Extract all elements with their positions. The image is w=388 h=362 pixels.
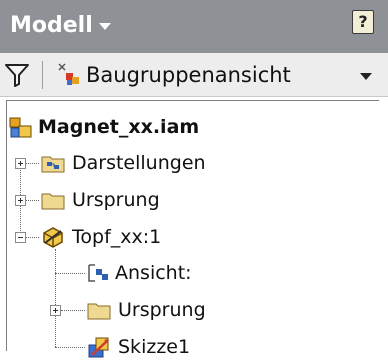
tree-item-label: Skizze1 <box>118 336 191 358</box>
tree-connector <box>55 347 85 348</box>
view-rep-icon <box>58 63 79 85</box>
expand-toggle[interactable] <box>50 305 61 316</box>
toolbar-divider <box>42 61 43 89</box>
tree-item-label: Ansicht: <box>115 262 192 284</box>
representations-icon <box>41 156 65 173</box>
folder-icon <box>87 303 111 320</box>
folder-icon <box>41 193 65 210</box>
tree-item-skizze[interactable]: Skizze1 <box>87 332 377 362</box>
tree-connector <box>25 200 39 201</box>
assembly-icon <box>9 117 32 138</box>
expand-toggle[interactable] <box>15 158 26 169</box>
model-browser-tree: Magnet_xx.iam Darstellungen Ursprung Top… <box>6 100 379 358</box>
tree-item-topf[interactable]: Topf_xx:1 <box>41 222 371 252</box>
tree-item-label: Ursprung <box>118 299 206 321</box>
tree-item-ursprung[interactable]: Ursprung <box>41 185 371 215</box>
tree-connector <box>61 310 85 311</box>
browser-title-dropdown[interactable]: Modell <box>10 6 111 46</box>
tree-connector <box>55 249 56 347</box>
tree-item-label: Darstellungen <box>72 152 206 174</box>
browser-title: Modell <box>10 13 93 38</box>
expand-toggle[interactable] <box>15 195 26 206</box>
tree-item-ursprung-child[interactable]: Ursprung <box>87 295 377 325</box>
tree-item-ansicht[interactable]: Ansicht: <box>87 258 377 288</box>
collapse-toggle[interactable] <box>15 232 26 243</box>
tree-connector <box>25 237 39 238</box>
chevron-down-icon <box>98 22 111 30</box>
tree-connector <box>25 163 39 164</box>
filter-icon[interactable] <box>4 62 30 88</box>
tree-item-label: Ursprung <box>72 189 160 211</box>
view-icon <box>88 264 108 282</box>
tree-connector <box>55 273 85 274</box>
browser-toolbar: Baugruppenansicht <box>0 53 388 97</box>
tree-root-assembly[interactable]: Magnet_xx.iam <box>7 112 377 142</box>
tree-item-darstellungen[interactable]: Darstellungen <box>41 148 371 178</box>
root-label: Magnet_xx.iam <box>38 116 200 138</box>
browser-header: Modell ? <box>0 0 388 53</box>
sketch-icon <box>88 337 109 358</box>
tree-item-label: Topf_xx:1 <box>72 226 162 248</box>
part-icon <box>43 227 63 248</box>
browser-view-label[interactable]: Baugruppenansicht <box>86 61 291 89</box>
help-button[interactable]: ? <box>352 10 374 34</box>
view-dropdown-icon[interactable] <box>360 73 372 80</box>
